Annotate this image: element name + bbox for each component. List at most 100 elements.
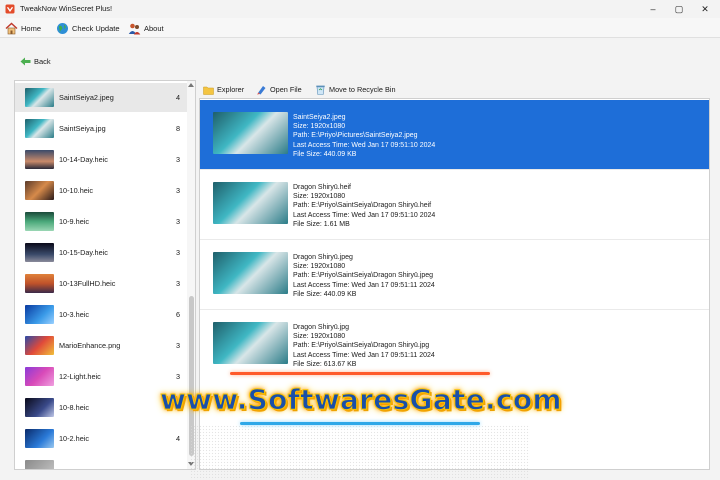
recycle-bin-icon bbox=[316, 85, 325, 95]
file-name: SaintSeiya.jpg bbox=[59, 124, 106, 133]
file-info: Dragon Shiryū.heif Size: 1920x1080 Path: E… bbox=[293, 183, 435, 229]
image-preview bbox=[213, 252, 288, 294]
file-thumbnail bbox=[25, 212, 54, 231]
back-button[interactable]: Back bbox=[20, 57, 51, 66]
file-list-item[interactable]: 10-14-Day.heic 3 bbox=[15, 145, 187, 174]
file-info-file-size: File Size: 1.61 MB bbox=[293, 220, 350, 228]
file-thumbnail bbox=[25, 150, 54, 169]
file-thumbnail bbox=[25, 398, 54, 417]
recycle-button[interactable]: Move to Recycle Bin bbox=[315, 83, 396, 96]
back-label: Back bbox=[34, 57, 51, 66]
file-thumbnail bbox=[25, 119, 54, 138]
title-bar: TweakNow WinSecret Plus! – ▢ ✕ bbox=[0, 0, 720, 18]
card-divider bbox=[200, 169, 709, 170]
file-info-file-size: File Size: 613.67 KB bbox=[293, 360, 357, 368]
duplicate-count: 3 bbox=[176, 279, 181, 288]
file-thumbnail bbox=[25, 243, 54, 262]
file-name: 10-15-Day.heic bbox=[59, 248, 108, 257]
watermark-line-top bbox=[230, 372, 490, 375]
check-update-button[interactable]: Check Update bbox=[56, 20, 120, 36]
file-info-path: Path: E:\Priyo\SaintSeiya\Dragon Shiryū.… bbox=[293, 342, 430, 350]
card-divider bbox=[200, 239, 709, 240]
file-info-size: Size: 1920x1080 bbox=[293, 263, 346, 271]
file-info-file-size: File Size: 440.09 KB bbox=[293, 150, 357, 158]
file-list-item[interactable]: 10-15-Day.heic 3 bbox=[15, 238, 187, 267]
file-info-size: Size: 1920x1080 bbox=[293, 123, 346, 131]
home-label: Home bbox=[21, 23, 42, 33]
file-name: SaintSeiya2.jpeg bbox=[59, 93, 114, 102]
file-name: 10-3.heic bbox=[59, 310, 90, 319]
file-list-item[interactable]: SaintSeiya2.jpeg 4 bbox=[15, 83, 187, 112]
maximize-icon: ▢ bbox=[674, 3, 684, 14]
recycle-label: Move to Recycle Bin bbox=[329, 85, 396, 94]
main-content: SaintSeiya2.jpeg 4 SaintSeiya.jpg 8 10-14-Da… bbox=[0, 80, 720, 480]
file-list-item[interactable]: MarioEnhance.png 3 bbox=[15, 331, 187, 360]
file-name: 10-10.heic bbox=[59, 186, 94, 195]
scroll-up-icon[interactable] bbox=[188, 83, 194, 87]
watermark-line-bottom bbox=[240, 422, 480, 425]
maximize-button[interactable]: ▢ bbox=[666, 0, 692, 18]
file-info: SaintSeiya2.jpeg Size: 1920x1080 Path: E:\… bbox=[293, 113, 435, 159]
folder-icon bbox=[203, 86, 214, 95]
file-info-name: Dragon Shiryū.heif bbox=[293, 184, 351, 191]
file-info-access-time: Last Access Time: Wed Jan 17 09:51:11 20… bbox=[293, 351, 435, 359]
duplicate-count: 3 bbox=[176, 341, 181, 350]
file-name: 12-Light.heic bbox=[59, 372, 101, 381]
app-icon bbox=[5, 4, 15, 14]
duplicate-count: 8 bbox=[176, 124, 181, 133]
duplicate-count: 3 bbox=[176, 186, 181, 195]
minimize-button[interactable]: – bbox=[640, 0, 666, 18]
file-info-name: SaintSeiya2.jpeg bbox=[293, 114, 346, 121]
file-info-access-time: Last Access Time: Wed Jan 17 09:51:10 20… bbox=[293, 211, 436, 219]
file-thumbnail bbox=[25, 460, 54, 469]
duplicate-file-card[interactable]: SaintSeiya2.jpeg Size: 1920x1080 Path: E:\… bbox=[200, 100, 709, 170]
open-file-icon bbox=[257, 86, 266, 95]
users-icon bbox=[128, 23, 141, 34]
duplicate-count: 3 bbox=[176, 248, 181, 257]
file-name: 10-13FullHD.heic bbox=[59, 279, 116, 288]
duplicate-count: 3 bbox=[176, 217, 181, 226]
explorer-button[interactable]: Explorer bbox=[203, 83, 244, 96]
file-name: 10-14-Day.heic bbox=[59, 155, 108, 164]
watermark-text: www.SoftwaresGate.com bbox=[160, 383, 563, 417]
file-info-access-time: Last Access Time: Wed Jan 17 09:51:11 20… bbox=[293, 281, 435, 289]
duplicate-file-card[interactable]: Dragon Shiryū.jpeg Size: 1920x1080 Path: E… bbox=[200, 240, 709, 310]
file-info-access-time: Last Access Time: Wed Jan 17 09:51:10 20… bbox=[293, 141, 436, 149]
file-list-item[interactable]: 10-9.heic 3 bbox=[15, 207, 187, 236]
file-thumbnail bbox=[25, 88, 54, 107]
file-name: MarioEnhance.png bbox=[59, 341, 121, 350]
close-button[interactable]: ✕ bbox=[692, 0, 718, 18]
open-file-button[interactable]: Open File bbox=[256, 83, 302, 96]
about-button[interactable]: About bbox=[128, 20, 164, 36]
duplicate-count: 4 bbox=[176, 93, 181, 102]
explorer-label: Explorer bbox=[217, 85, 245, 94]
check-update-label: Check Update bbox=[72, 23, 120, 33]
file-list-item[interactable]: SaintSeiya.jpg 8 bbox=[15, 114, 187, 143]
navigation-bar: Back bbox=[0, 38, 720, 80]
file-thumbnail bbox=[25, 336, 54, 355]
minimize-icon: – bbox=[650, 4, 656, 14]
home-icon bbox=[5, 22, 18, 34]
duplicate-file-card[interactable]: Dragon Shiryū.jpg Size: 1920x1080 Path: E:… bbox=[200, 310, 709, 380]
image-preview bbox=[213, 322, 288, 364]
file-info-path: Path: E:\Priyo\SaintSeiya\Dragon Shiryū.… bbox=[293, 202, 432, 210]
file-name: 10-9.heic bbox=[59, 217, 90, 226]
file-list-item[interactable]: 10-10.heic 3 bbox=[15, 176, 187, 205]
card-divider bbox=[200, 309, 709, 310]
file-info-name: Dragon Shiryū.jpg bbox=[293, 324, 350, 331]
home-button[interactable]: Home bbox=[5, 20, 41, 36]
duplicate-file-card[interactable]: Dragon Shiryū.heif Size: 1920x1080 Path: E… bbox=[200, 170, 709, 240]
file-list-item[interactable]: 10-3.heic 6 bbox=[15, 300, 187, 329]
action-toolbar: Explorer Open File Move to Recycle Bin bbox=[200, 80, 710, 98]
file-info-file-size: File Size: 440.09 KB bbox=[293, 290, 357, 298]
file-info-size: Size: 1920x1080 bbox=[293, 193, 346, 201]
file-info-name: Dragon Shiryū.jpeg bbox=[293, 254, 353, 261]
menu-bar: Home Check Update About bbox=[0, 18, 720, 38]
file-thumbnail bbox=[25, 367, 54, 386]
file-info: Dragon Shiryū.jpg Size: 1920x1080 Path: E:… bbox=[293, 323, 435, 369]
about-label: About bbox=[144, 23, 164, 33]
file-list-item[interactable]: 10-13FullHD.heic 3 bbox=[15, 269, 187, 298]
back-arrow-icon bbox=[20, 57, 31, 66]
image-preview bbox=[213, 112, 288, 154]
file-info: Dragon Shiryū.jpeg Size: 1920x1080 Path: E… bbox=[293, 253, 435, 299]
